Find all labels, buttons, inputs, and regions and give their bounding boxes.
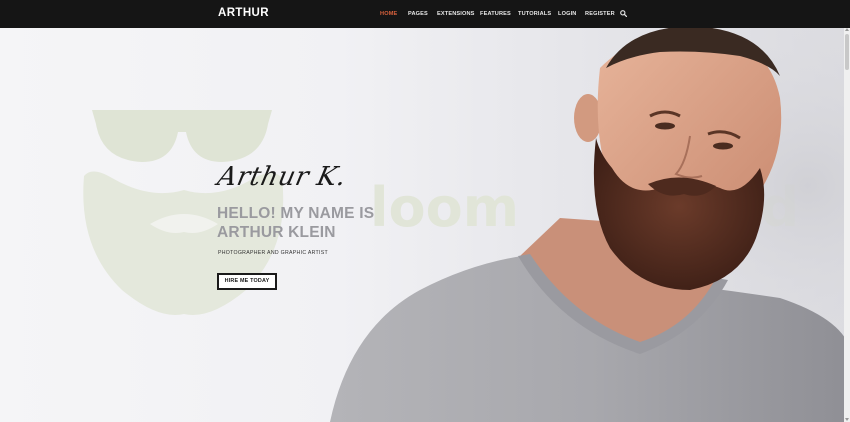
page-scrollbar[interactable] [844, 28, 850, 422]
nav-item-extensions[interactable]: EXTENSIONS [437, 11, 475, 17]
hero-subtitle: PHOTOGRAPHER AND GRAPHIC ARTIST [218, 250, 328, 256]
portrait-image [330, 28, 850, 422]
nav-item-login[interactable]: LOGIN [558, 11, 576, 17]
nav-item-home[interactable]: HOME [380, 11, 397, 17]
nav-item-features[interactable]: FEATURES [480, 11, 511, 17]
top-navbar: ARTHUR HOME PAGES EXTENSIONS FEATURES TU… [0, 0, 850, 28]
site-logo[interactable]: ARTHUR [218, 7, 269, 19]
nav-item-tutorials[interactable]: TUTORIALS [518, 11, 551, 17]
scroll-thumb[interactable] [845, 34, 849, 70]
search-icon[interactable] [620, 10, 627, 17]
hero-heading-line-1: HELLO! MY NAME IS [217, 205, 375, 222]
signature: Arthur K. [214, 162, 350, 192]
hero-section: loom nd [0, 28, 850, 422]
scroll-down-arrow-icon[interactable] [845, 418, 849, 421]
nav-item-register[interactable]: REGISTER [585, 11, 615, 17]
nav-item-pages[interactable]: PAGES [408, 11, 428, 17]
scroll-up-arrow-icon[interactable] [845, 28, 849, 31]
hero-heading-line-2: ARTHUR KLEIN [217, 224, 336, 241]
hire-me-button[interactable]: HIRE ME TODAY [217, 273, 277, 290]
hero-heading: HELLO! MY NAME IS ARTHUR KLEIN [217, 204, 417, 242]
